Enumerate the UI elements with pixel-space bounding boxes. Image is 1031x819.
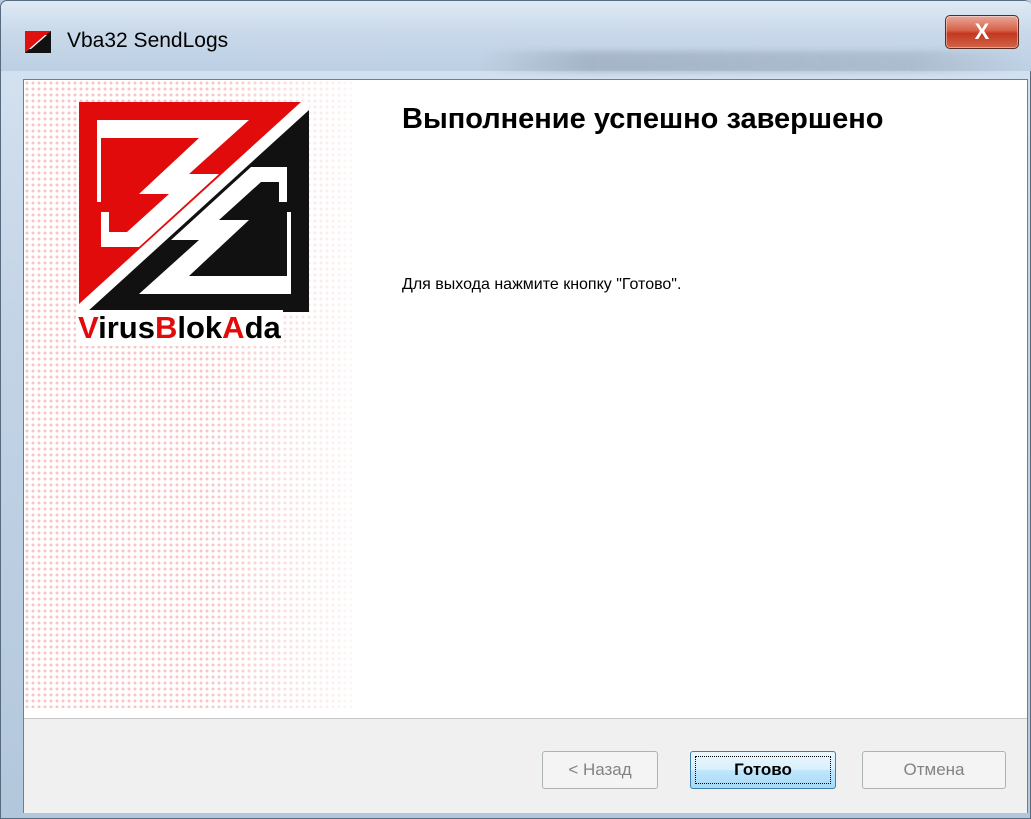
brand-part-lok: lok: [177, 310, 223, 345]
close-button[interactable]: X: [945, 15, 1019, 49]
brand-name: VirusBlokAda: [76, 310, 283, 346]
completion-message: Для выхода нажмите кнопку "Готово".: [402, 276, 682, 293]
app-logo-icon: [25, 31, 51, 53]
wizard-client-area: VirusBlokAda Выполнение успешно завершен…: [23, 79, 1028, 813]
brand-letter-b: B: [154, 310, 178, 345]
brand-letter-a: A: [222, 310, 245, 345]
focus-rectangle: [695, 756, 831, 784]
brand-part-irus: irus: [98, 310, 155, 345]
brand-part-da: da: [244, 310, 281, 345]
back-button[interactable]: < Назад: [542, 751, 658, 789]
title-bar[interactable]: Vba32 SendLogs X: [1, 1, 1031, 73]
virusblokada-logo-icon: [79, 102, 309, 312]
background-window-title: [481, 51, 1021, 73]
button-bar: < Назад Готово Отмена: [24, 718, 1027, 813]
window-title: Vba32 SendLogs: [67, 29, 229, 52]
close-icon: X: [974, 19, 990, 44]
wizard-window: Vba32 SendLogs X VirusBlokAda Выполнение…: [0, 0, 1031, 819]
cancel-button[interactable]: Отмена: [862, 751, 1006, 789]
brand-letter-v: V: [78, 310, 99, 345]
page-heading: Выполнение успешно завершено: [402, 103, 884, 135]
finish-button[interactable]: Готово: [690, 751, 836, 789]
